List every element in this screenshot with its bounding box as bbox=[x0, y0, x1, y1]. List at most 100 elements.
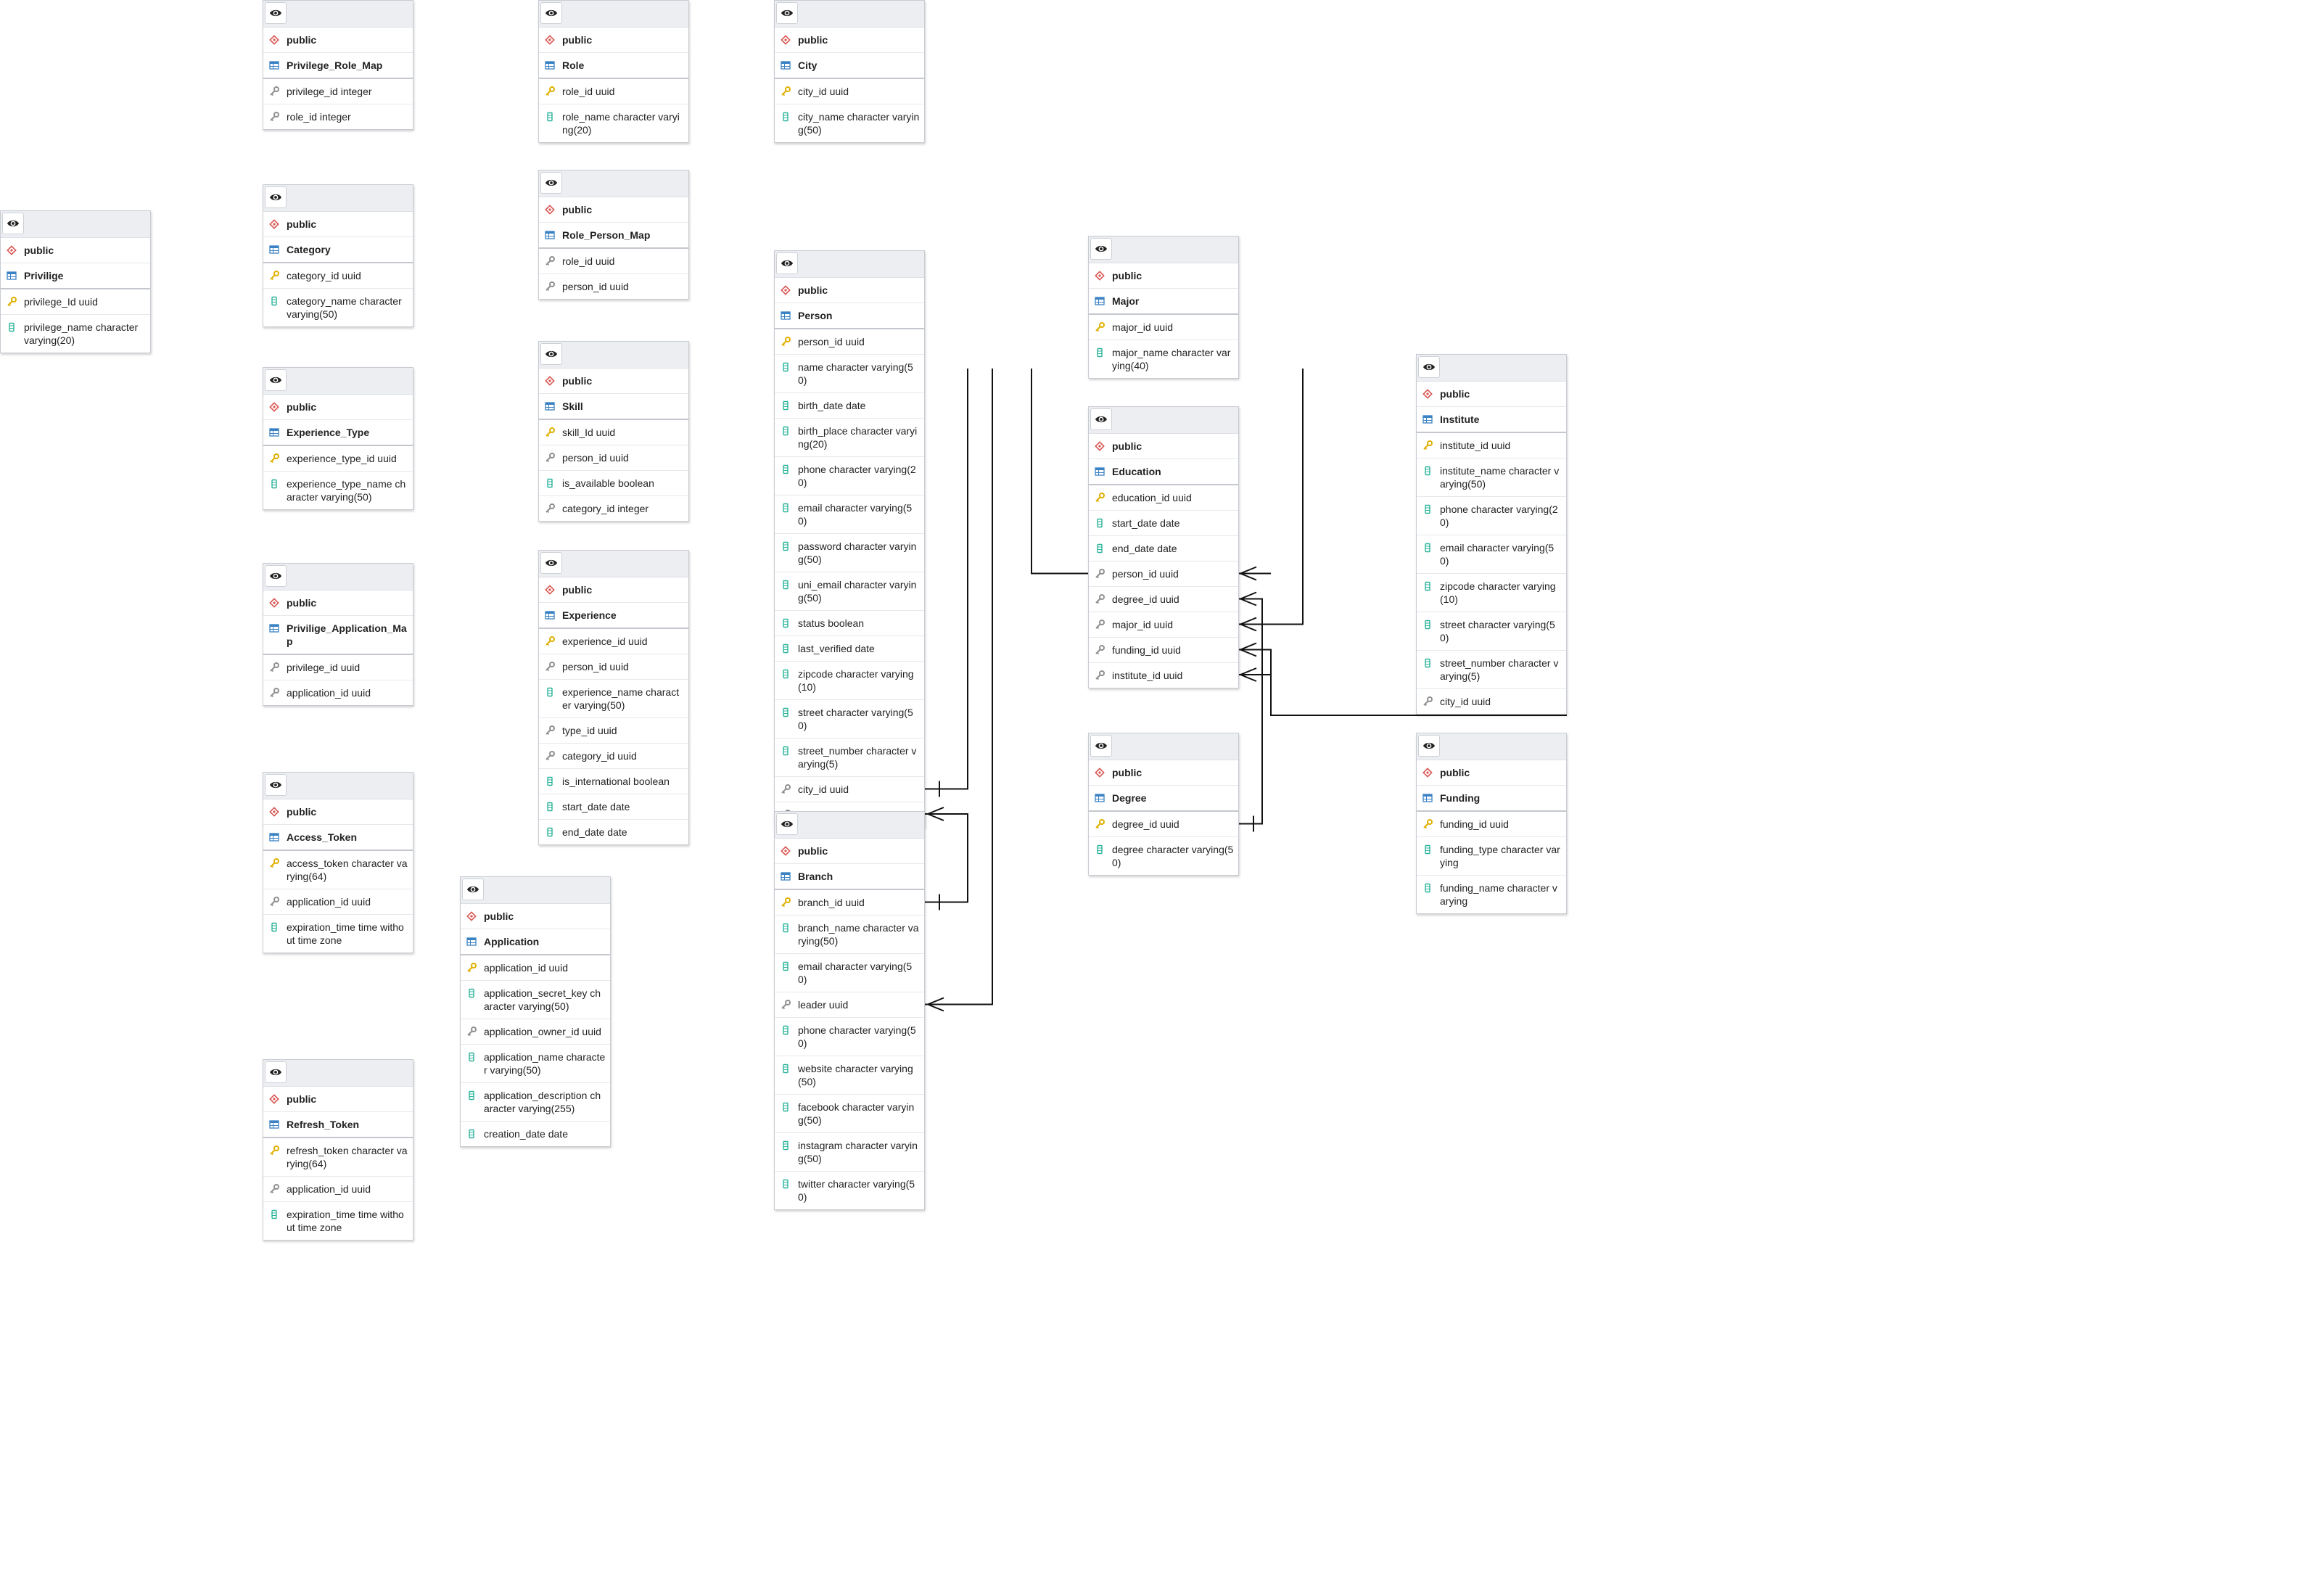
table-header[interactable] bbox=[263, 564, 413, 591]
column-row[interactable]: application_id uuid bbox=[461, 955, 610, 981]
schema-label[interactable]: public bbox=[775, 28, 924, 53]
column-row[interactable]: person_id uuid bbox=[539, 274, 688, 299]
column-row[interactable]: application_owner_id uuid bbox=[461, 1019, 610, 1045]
toggle-visibility-button[interactable] bbox=[2, 213, 24, 234]
schema-label[interactable]: public bbox=[1089, 263, 1238, 289]
schema-label[interactable]: public bbox=[539, 197, 688, 223]
schema-label[interactable]: public bbox=[263, 212, 413, 237]
column-row[interactable]: application_secret_key character varying… bbox=[461, 981, 610, 1019]
column-row[interactable]: branch_name character varying(50) bbox=[775, 916, 924, 954]
table-node-major[interactable]: public Major major_id uuid major_name chara… bbox=[1088, 236, 1239, 379]
table-name[interactable]: Access_Token bbox=[263, 825, 413, 851]
table-node-city[interactable]: public City city_id uuid city_name characte… bbox=[774, 0, 925, 143]
table-node-institute[interactable]: public Institute institute_id uuid institut… bbox=[1416, 354, 1567, 715]
column-row[interactable]: degree character varying(50) bbox=[1089, 837, 1238, 875]
column-row[interactable]: institute_name character varying(50) bbox=[1417, 458, 1566, 497]
table-node-education[interactable]: public Education education_id uuid start_da… bbox=[1088, 406, 1239, 688]
column-row[interactable]: experience_type_id uuid bbox=[263, 446, 413, 472]
column-row[interactable]: major_id uuid bbox=[1089, 612, 1238, 638]
table-node-access-token[interactable]: public Access_Token access_token character… bbox=[263, 772, 413, 953]
column-row[interactable]: degree_id uuid bbox=[1089, 587, 1238, 612]
table-header[interactable] bbox=[1089, 733, 1238, 760]
column-row[interactable]: experience_name character varying(50) bbox=[539, 680, 688, 718]
column-row[interactable]: street_number character varying(5) bbox=[1417, 651, 1566, 689]
column-row[interactable]: twitter character varying(50) bbox=[775, 1172, 924, 1209]
table-header[interactable] bbox=[539, 170, 688, 197]
table-header[interactable] bbox=[1417, 733, 1566, 760]
column-row[interactable]: funding_id uuid bbox=[1417, 812, 1566, 837]
schema-label[interactable]: public bbox=[1089, 760, 1238, 786]
column-row[interactable]: person_id uuid bbox=[775, 329, 924, 355]
toggle-visibility-button[interactable] bbox=[540, 172, 562, 194]
column-row[interactable]: experience_type_name character varying(5… bbox=[263, 472, 413, 509]
column-row[interactable]: instagram character varying(50) bbox=[775, 1133, 924, 1172]
column-row[interactable]: category_id integer bbox=[539, 496, 688, 521]
toggle-visibility-button[interactable] bbox=[265, 565, 287, 587]
schema-label[interactable]: public bbox=[539, 28, 688, 53]
table-name[interactable]: Role_Person_Map bbox=[539, 223, 688, 249]
table-node-degree[interactable]: public Degree degree_id uuid degree charact… bbox=[1088, 733, 1239, 876]
toggle-visibility-button[interactable] bbox=[462, 879, 484, 900]
column-row[interactable]: expiration_time time without time zone bbox=[263, 915, 413, 953]
table-name[interactable]: Degree bbox=[1089, 786, 1238, 812]
column-row[interactable]: access_token character varying(64) bbox=[263, 851, 413, 889]
column-row[interactable]: skill_Id uuid bbox=[539, 420, 688, 445]
column-row[interactable]: major_name character varying(40) bbox=[1089, 340, 1238, 378]
table-node-refresh-token[interactable]: public Refresh_Token refresh_token charact… bbox=[263, 1059, 413, 1241]
table-header[interactable] bbox=[1, 211, 150, 238]
column-row[interactable]: street character varying(50) bbox=[1417, 612, 1566, 651]
table-name[interactable]: Privilige_Application_Map bbox=[263, 616, 413, 655]
table-name[interactable]: Privilige bbox=[1, 263, 150, 289]
column-row[interactable]: start_date date bbox=[1089, 511, 1238, 536]
table-node-experience-type[interactable]: public Experience_Type experience_type_id … bbox=[263, 367, 413, 510]
column-row[interactable]: street character varying(50) bbox=[775, 700, 924, 739]
column-row[interactable]: end_date date bbox=[539, 820, 688, 844]
column-row[interactable]: category_id uuid bbox=[263, 263, 413, 289]
table-name[interactable]: Major bbox=[1089, 289, 1238, 315]
schema-label[interactable]: public bbox=[539, 369, 688, 394]
column-row[interactable]: last_verified date bbox=[775, 636, 924, 662]
table-header[interactable] bbox=[539, 1, 688, 28]
table-name[interactable]: Skill bbox=[539, 394, 688, 420]
column-row[interactable]: funding_type character varying bbox=[1417, 837, 1566, 876]
table-node-privilege-role-map[interactable]: public Privilege_Role_Map privilege_id int… bbox=[263, 0, 413, 130]
column-row[interactable]: application_description character varyin… bbox=[461, 1083, 610, 1122]
table-header[interactable] bbox=[263, 185, 413, 212]
schema-label[interactable]: public bbox=[539, 577, 688, 603]
column-row[interactable]: phone character varying(20) bbox=[775, 457, 924, 495]
column-row[interactable]: password character varying(50) bbox=[775, 534, 924, 572]
schema-label[interactable]: public bbox=[1089, 434, 1238, 459]
column-row[interactable]: city_id uuid bbox=[1417, 689, 1566, 714]
toggle-visibility-button[interactable] bbox=[776, 813, 798, 835]
table-name[interactable]: Privilege_Role_Map bbox=[263, 53, 413, 79]
column-row[interactable]: phone character varying(50) bbox=[775, 1018, 924, 1056]
schema-label[interactable]: public bbox=[263, 395, 413, 420]
column-row[interactable]: privilege_name character varying(20) bbox=[1, 315, 150, 353]
toggle-visibility-button[interactable] bbox=[265, 1061, 287, 1083]
column-row[interactable]: is_international boolean bbox=[539, 769, 688, 794]
column-row[interactable]: leader uuid bbox=[775, 992, 924, 1018]
column-row[interactable]: status boolean bbox=[775, 611, 924, 636]
column-row[interactable]: email character varying(50) bbox=[1417, 535, 1566, 574]
table-node-privilige-application-map[interactable]: public Privilige_Application_Map privilege… bbox=[263, 563, 413, 706]
column-row[interactable]: role_name character varying(20) bbox=[539, 104, 688, 142]
column-row[interactable]: name character varying(50) bbox=[775, 355, 924, 393]
column-row[interactable]: privilege_id integer bbox=[263, 79, 413, 104]
table-name[interactable]: Experience_Type bbox=[263, 420, 413, 446]
column-row[interactable]: institute_id uuid bbox=[1417, 433, 1566, 458]
table-name[interactable]: Institute bbox=[1417, 407, 1566, 433]
column-row[interactable]: degree_id uuid bbox=[1089, 812, 1238, 837]
column-row[interactable]: person_id uuid bbox=[539, 445, 688, 471]
column-row[interactable]: person_id uuid bbox=[1089, 562, 1238, 587]
column-row[interactable]: start_date date bbox=[539, 794, 688, 820]
toggle-visibility-button[interactable] bbox=[1090, 408, 1112, 430]
column-row[interactable]: person_id uuid bbox=[539, 654, 688, 680]
schema-label[interactable]: public bbox=[775, 278, 924, 303]
toggle-visibility-button[interactable] bbox=[776, 2, 798, 24]
schema-label[interactable]: public bbox=[1, 238, 150, 263]
toggle-visibility-button[interactable] bbox=[540, 552, 562, 574]
table-header[interactable] bbox=[539, 342, 688, 369]
column-row[interactable]: birth_place character varying(20) bbox=[775, 419, 924, 457]
schema-label[interactable]: public bbox=[1417, 760, 1566, 786]
column-row[interactable]: branch_id uuid bbox=[775, 890, 924, 916]
